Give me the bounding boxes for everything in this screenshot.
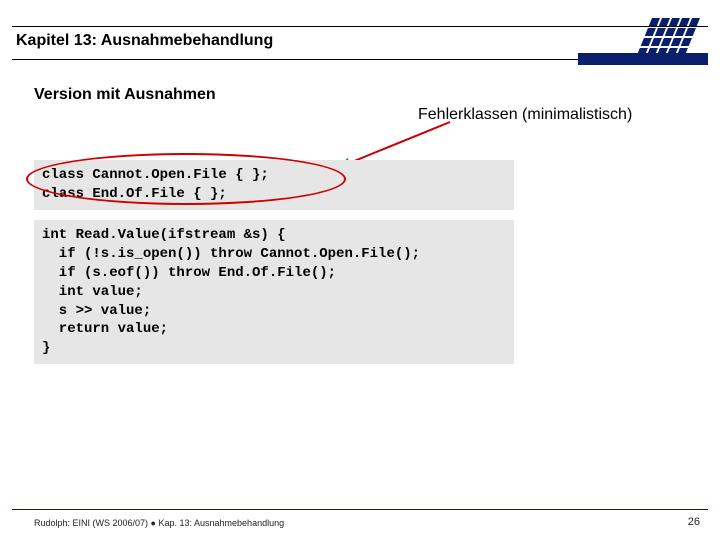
annotation-label: Fehlerklassen (minimalistisch)	[418, 106, 632, 124]
footer-left: Rudolph: EINI (WS 2006/07) ● Kap. 13: Au…	[34, 518, 284, 528]
code-block-classes: class Cannot.Open.File { }; class End.Of…	[34, 160, 514, 210]
page-number: 26	[688, 516, 700, 528]
section-subhead: Version mit Ausnahmen	[34, 86, 216, 104]
chapter-title: Kapitel 13: Ausnahmebehandlung	[16, 32, 273, 50]
slide-root: Kapitel 13: Ausnahmebehandlung	[0, 0, 720, 540]
code-text-1: class Cannot.Open.File { }; class End.Of…	[42, 166, 506, 204]
brand-logo-icon	[624, 18, 702, 58]
rule-footer	[12, 509, 708, 510]
code-block-function: int Read.Value(ifstream &s) { if (!s.is_…	[34, 220, 514, 364]
rule-top	[12, 26, 708, 27]
code-text-2: int Read.Value(ifstream &s) { if (!s.is_…	[42, 226, 506, 358]
rule-mid	[12, 53, 708, 65]
